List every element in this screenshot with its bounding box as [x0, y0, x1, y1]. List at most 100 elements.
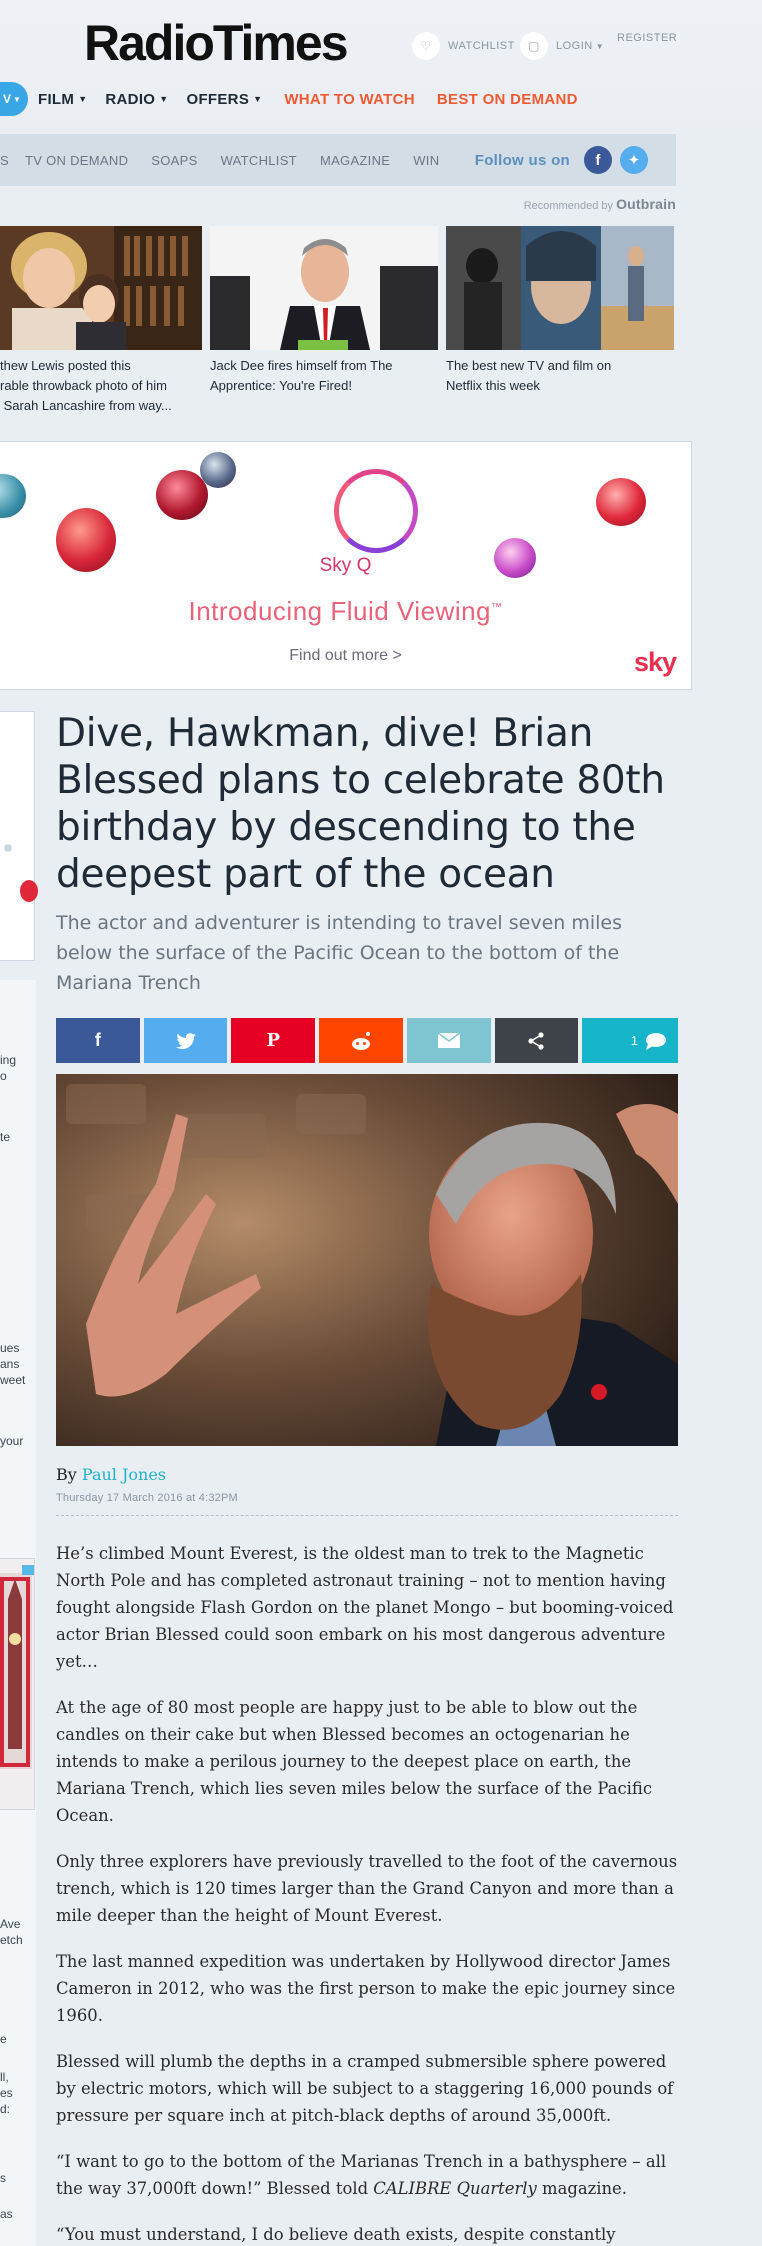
- comments-count: 1: [630, 1033, 639, 1048]
- outbrain-logo: Outbrain: [616, 196, 676, 212]
- subnav-item-tv-on-demand[interactable]: TV ON DEMAND: [25, 153, 128, 168]
- facebook-icon[interactable]: f: [584, 146, 612, 174]
- ad-tagline-text: Introducing Fluid Viewing: [188, 596, 492, 626]
- comments-button[interactable]: 1: [582, 1018, 679, 1063]
- recommended-label: Recommended by: [523, 200, 613, 212]
- share-icon: [528, 1031, 545, 1050]
- chevron-down-icon: ▼: [595, 41, 605, 51]
- pinterest-icon: P: [266, 1030, 281, 1051]
- ad-cta[interactable]: Find out more >: [0, 647, 691, 665]
- twitter-icon[interactable]: ✦: [620, 146, 648, 174]
- email-icon: [437, 1033, 460, 1048]
- share-facebook-button[interactable]: f: [56, 1018, 140, 1063]
- share-reddit-button[interactable]: [319, 1018, 403, 1063]
- follow-us-label: Follow us on: [474, 151, 570, 169]
- sky-q-advert[interactable]: Sky Q Introducing Fluid Viewing™ Find ou…: [0, 441, 692, 690]
- teaser-image: [0, 226, 202, 350]
- sidebar-text[interactable]: s: [0, 2170, 6, 2186]
- share-more-button[interactable]: [494, 1018, 579, 1063]
- subnav-item-magazine[interactable]: MAGAZINE: [320, 153, 390, 168]
- byline-prefix: By: [56, 1465, 77, 1484]
- article-paragraph: He’s climbed Mount Everest, is the oldes…: [56, 1544, 674, 1671]
- article-header: Dive, Hawkman, dive! Brian Blessed plans…: [56, 710, 678, 998]
- reddit-icon: [352, 1031, 371, 1050]
- teaser-card[interactable]: Jack Dee fires himself from The Apprenti…: [210, 226, 438, 396]
- teaser-card[interactable]: thew Lewis posted this rable throwback p…: [0, 226, 202, 416]
- bubble-decoration: [20, 880, 38, 902]
- teaser-card[interactable]: The best new TV and film on Netflix this…: [446, 226, 674, 396]
- nav-best-on-demand[interactable]: BEST ON DEMAND: [437, 91, 578, 108]
- trademark-symbol: ™: [491, 601, 503, 614]
- watchlist-label: WATCHLIST: [448, 40, 515, 52]
- site-logo[interactable]: RadioTimes: [84, 14, 348, 72]
- article-standfirst: The actor and adventurer is intending to…: [56, 912, 623, 994]
- subnav-item-soaps[interactable]: SOAPS: [151, 153, 197, 168]
- ad-tagline: Introducing Fluid Viewing™: [0, 596, 691, 627]
- bubble-decoration: [156, 470, 208, 520]
- nav-radio[interactable]: RADIO ▼: [105, 91, 168, 108]
- share-pinterest-button[interactable]: P: [231, 1018, 316, 1063]
- article-paragraph: The last manned expedition was undertake…: [56, 1952, 676, 2025]
- chevron-down-icon: ▼: [13, 94, 21, 104]
- teaser-caption: The best new TV and film on Netflix this…: [446, 358, 612, 393]
- teaser-image: [446, 226, 674, 350]
- nav-tv-button[interactable]: V ▼: [0, 82, 28, 116]
- author-link[interactable]: Paul Jones: [82, 1465, 166, 1484]
- sidebar-text[interactable]: ing o: [0, 1052, 16, 1084]
- teaser-caption: Jack Dee fires himself from The Apprenti…: [210, 358, 393, 393]
- bubble-decoration: [596, 478, 646, 526]
- follow-us: Follow us on f ✦: [475, 146, 648, 174]
- article-paragraph: Only three explorers have previously tra…: [56, 1852, 678, 1925]
- byline: By Paul Jones: [56, 1465, 166, 1484]
- comment-bubble-icon: [646, 1032, 667, 1050]
- subnav-item[interactable]: S: [0, 153, 9, 168]
- sidebar-text[interactable]: e: [0, 2031, 7, 2047]
- sidebar-advert[interactable]: [0, 1558, 35, 1810]
- subnav-item-win[interactable]: WIN: [413, 153, 439, 168]
- sidebar-text[interactable]: ues ans weet: [0, 1340, 25, 1388]
- sidebar-text[interactable]: as: [0, 2206, 13, 2222]
- nav-film[interactable]: FILM ▼: [38, 91, 87, 108]
- nav-radio-label: RADIO: [105, 90, 156, 108]
- login-link[interactable]: ▢ LOGIN ▼: [520, 32, 604, 60]
- chevron-down-icon: ▼: [253, 94, 263, 104]
- ad-product: Sky Q: [319, 555, 372, 576]
- bubble-decoration: [0, 474, 26, 518]
- sidebar-text[interactable]: your: [0, 1433, 23, 1449]
- chevron-down-icon: ▼: [78, 94, 88, 104]
- facebook-icon: f: [94, 1030, 101, 1050]
- article-paragraph: “You must understand, I do believe death…: [56, 2225, 616, 2244]
- publish-date: Thursday 17 March 2016 at 4:32PM: [56, 1492, 238, 1504]
- nav-offers[interactable]: OFFERS ▼: [186, 91, 262, 108]
- nav-what-to-watch[interactable]: WHAT TO WATCH: [284, 91, 415, 108]
- dot-icon: [4, 844, 12, 852]
- heart-icon: ♡: [412, 32, 440, 60]
- sidebar-panel: [0, 711, 38, 961]
- nav-tv-label: V: [3, 92, 12, 106]
- bubble-decoration: [200, 452, 236, 488]
- twitter-icon: [175, 1032, 196, 1049]
- sidebar-text[interactable]: te: [0, 1129, 10, 1145]
- magazine-name: CALIBRE Quarterly: [373, 2179, 537, 2198]
- article-hero-image: [56, 1074, 678, 1446]
- recommended-by[interactable]: Recommended by Outbrain: [524, 196, 676, 212]
- sidebar-text[interactable]: Ave etch: [0, 1916, 23, 1948]
- sidebar-text[interactable]: ll, es d:: [0, 2069, 13, 2117]
- article-headline: Dive, Hawkman, dive! Brian Blessed plans…: [56, 711, 665, 897]
- sky-logo: sky: [633, 647, 677, 677]
- login-label: LOGIN: [556, 40, 593, 52]
- site-header: RadioTimes ♡ WATCHLIST ▢ LOGIN ▼ REGISTE…: [0, 0, 762, 134]
- register-link[interactable]: REGISTER: [617, 32, 677, 44]
- nav-film-label: FILM: [38, 90, 75, 108]
- main-nav: V ▼ FILM ▼ RADIO ▼ OFFERS ▼ WHAT TO WATCH BE…: [0, 82, 578, 116]
- watchlist-link[interactable]: ♡ WATCHLIST: [412, 32, 515, 60]
- quote-text-end: magazine.: [536, 2179, 627, 2198]
- lock-icon: ▢: [520, 32, 548, 60]
- subnav-item-watchlist[interactable]: WATCHLIST: [221, 153, 297, 168]
- teaser-image: [210, 226, 438, 350]
- article-body: He’s climbed Mount Everest, is the oldes…: [56, 1540, 678, 2246]
- sub-nav: S TV ON DEMAND SOAPS WATCHLIST MAGAZINE …: [0, 134, 676, 186]
- share-twitter-button[interactable]: [143, 1018, 228, 1063]
- article-paragraph: Blessed will plumb the depths in a cramp…: [56, 2052, 674, 2125]
- share-email-button[interactable]: [406, 1018, 491, 1063]
